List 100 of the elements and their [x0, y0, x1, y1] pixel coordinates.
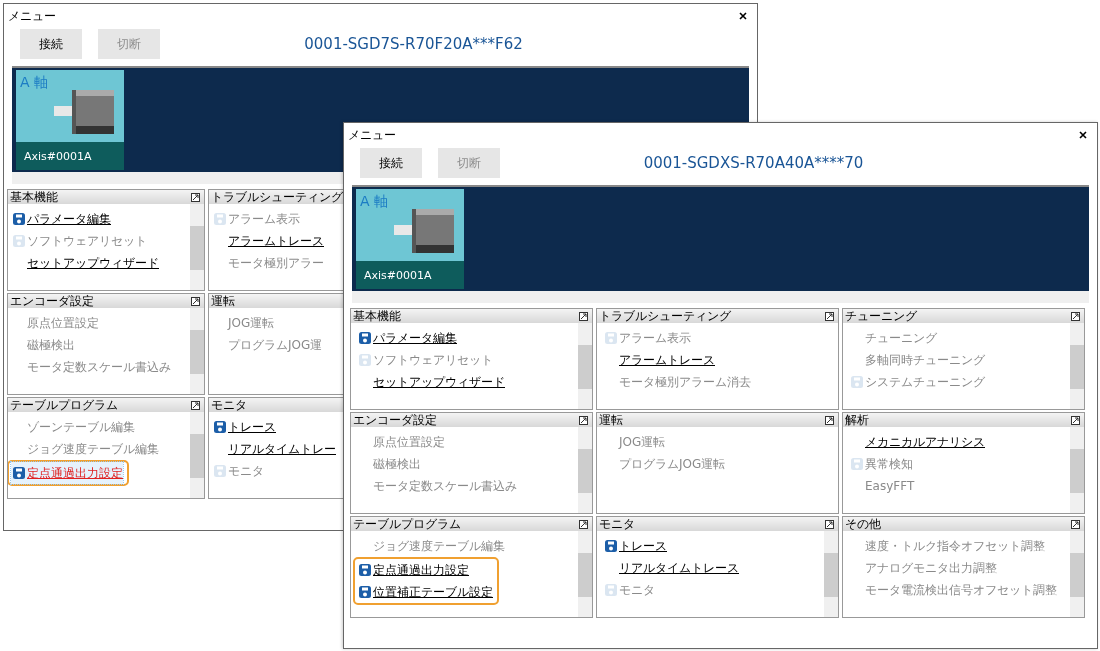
expand-icon[interactable] [191, 400, 200, 410]
axis-label: A 軸 [20, 74, 49, 92]
menu-link[interactable]: 位置補正テーブル設定 [373, 583, 493, 601]
panel-title: テーブルプログラム [353, 515, 461, 533]
vertical-scrollbar[interactable] [1070, 531, 1084, 617]
expand-icon[interactable] [579, 519, 588, 529]
menu-link[interactable]: プログラムJOG運転 [619, 455, 726, 473]
motor-icon [394, 209, 454, 253]
save-icon [359, 332, 371, 344]
menu-link[interactable]: モータ定数スケール書込み [373, 477, 517, 495]
panel-title: エンコーダ設定 [10, 292, 94, 310]
menu-link[interactable]: アラーム表示 [228, 210, 300, 228]
vertical-scrollbar[interactable] [190, 204, 204, 290]
horizontal-scrollbar[interactable] [352, 291, 1089, 303]
menu-link[interactable]: システムチューニング [865, 373, 985, 391]
menu-link[interactable]: 速度・トルク指令オフセット調整 [865, 537, 1045, 555]
panel-title: その他 [845, 515, 881, 533]
expand-icon[interactable] [825, 415, 834, 425]
menu-link[interactable]: セットアップウィザード [27, 254, 159, 272]
close-icon[interactable] [1079, 131, 1087, 139]
menu-link[interactable]: パラメータ編集 [27, 210, 111, 228]
menu-link[interactable]: アラームトレース [228, 232, 324, 250]
menu-link[interactable]: モータ極別アラー [228, 254, 324, 272]
menu-link[interactable]: ゾーンテーブル編集 [27, 418, 135, 436]
vertical-scrollbar[interactable] [578, 531, 592, 617]
close-icon[interactable] [739, 12, 747, 20]
menu-link[interactable]: リアルタイムトレー [228, 440, 336, 458]
save-icon [851, 376, 863, 388]
vertical-scrollbar[interactable] [824, 531, 838, 617]
menu-link[interactable]: ジョグ速度テーブル編集 [373, 537, 505, 555]
menu-link[interactable]: JOG運転 [228, 314, 275, 332]
device-model: 0001-SGDXS-R70A40A****70 [642, 154, 865, 172]
expand-icon[interactable] [191, 192, 200, 202]
menu-link[interactable]: チューニング [865, 329, 937, 347]
save-icon [359, 564, 371, 576]
save-icon [851, 458, 863, 470]
panel-title: 運転 [599, 411, 623, 429]
panel-title: チューニング [845, 307, 917, 325]
expand-icon[interactable] [825, 311, 834, 321]
window-title: メニュー [348, 126, 396, 144]
save-icon [359, 586, 371, 598]
expand-icon[interactable] [1071, 311, 1080, 321]
save-icon [13, 235, 25, 247]
save-icon [214, 213, 226, 225]
panel-title: 基本機能 [10, 188, 58, 206]
menu-link[interactable]: リアルタイムトレース [619, 559, 739, 577]
axis-name: Axis#0001A [24, 149, 92, 163]
menu-link[interactable]: トレース [228, 418, 276, 436]
vertical-scrollbar[interactable] [190, 308, 204, 394]
save-icon [359, 354, 371, 366]
panel-title: テーブルプログラム [10, 396, 118, 414]
toolbar-button[interactable]: 接続 [360, 148, 422, 178]
save-icon [214, 421, 226, 433]
motor-icon [54, 90, 114, 134]
menu-link[interactable]: 磁極検出 [27, 336, 75, 354]
menu-link[interactable]: パラメータ編集 [373, 329, 457, 347]
expand-icon[interactable] [579, 311, 588, 321]
save-icon [605, 540, 617, 552]
menu-link[interactable]: モータ定数スケール書込み [27, 358, 171, 376]
menu-link[interactable]: 異常検知 [865, 455, 913, 473]
menu-link[interactable]: モニタ [619, 581, 655, 599]
menu-link[interactable]: アラーム表示 [619, 329, 691, 347]
menu-link[interactable]: 磁極検出 [373, 455, 421, 473]
save-icon [605, 332, 617, 344]
menu-link[interactable]: アナログモニタ出力調整 [865, 559, 997, 577]
expand-icon[interactable] [1071, 519, 1080, 529]
menu-link[interactable]: ソフトウェアリセット [373, 351, 493, 369]
axis-name: Axis#0001A [364, 268, 432, 282]
menu-link[interactable]: セットアップウィザード [373, 373, 505, 391]
expand-icon[interactable] [825, 519, 834, 529]
menu-link[interactable]: メカニカルアナリシス [865, 433, 985, 451]
menu-link[interactable]: EasyFFT [865, 479, 915, 493]
menu-link[interactable]: ソフトウェアリセット [27, 232, 147, 250]
menu-link[interactable]: 原点位置設定 [27, 314, 99, 332]
vertical-scrollbar[interactable] [1070, 427, 1084, 513]
panel-title: 基本機能 [353, 307, 401, 325]
menu-link[interactable]: モータ電流検出信号オフセット調整 [865, 581, 1057, 599]
vertical-scrollbar[interactable] [578, 427, 592, 513]
menu-link[interactable]: アラームトレース [619, 351, 715, 369]
panel-title: 解析 [845, 411, 869, 429]
menu-link[interactable]: トレース [619, 537, 667, 555]
toolbar-button[interactable]: 接続 [20, 29, 82, 59]
vertical-scrollbar[interactable] [1070, 323, 1084, 409]
save-icon [13, 213, 25, 225]
device-model: 0001-SGD7S-R70F20A***F62 [303, 35, 524, 53]
expand-icon[interactable] [191, 296, 200, 306]
menu-link[interactable]: 多軸同時チューニング [865, 351, 985, 369]
axis-label: A 軸 [360, 193, 389, 211]
expand-icon[interactable] [1071, 415, 1080, 425]
menu-link[interactable]: JOG運転 [619, 433, 666, 451]
menu-link[interactable]: モニタ [228, 462, 264, 480]
menu-link[interactable]: 原点位置設定 [373, 433, 445, 451]
vertical-scrollbar[interactable] [578, 323, 592, 409]
vertical-scrollbar[interactable] [190, 412, 204, 498]
expand-icon[interactable] [579, 415, 588, 425]
window-title: メニュー [8, 7, 56, 25]
menu-link[interactable]: ジョグ速度テーブル編集 [27, 440, 159, 458]
menu-link[interactable]: モータ極別アラーム消去 [619, 373, 751, 391]
menu-link[interactable]: 定点通過出力設定 [373, 561, 469, 579]
menu-link[interactable]: プログラムJOG運 [228, 336, 323, 354]
